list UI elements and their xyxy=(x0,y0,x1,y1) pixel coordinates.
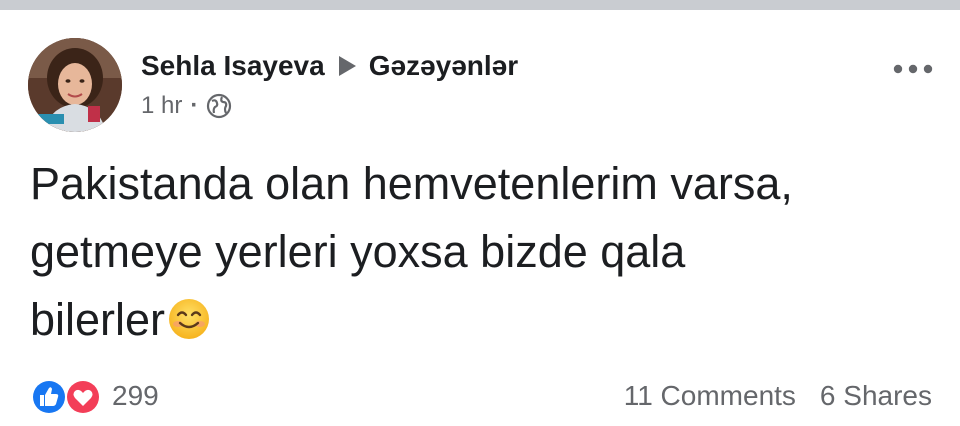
post-body: Pakistanda olan hemvetenlerim varsa, get… xyxy=(30,150,930,360)
comments-count-link[interactable]: 11 Comments xyxy=(624,380,796,412)
reaction-count: 299 xyxy=(112,380,159,411)
post-text-line: Pakistanda olan hemvetenlerim varsa, xyxy=(30,158,793,209)
post-header-title: Sehla Isayeva Gəzəyənlər xyxy=(141,46,518,86)
post-text-line: bilerler xyxy=(30,294,166,345)
globe-icon[interactable] xyxy=(206,93,232,119)
group-name-link[interactable]: Gəzəyənlər xyxy=(369,50,518,82)
more-options-icon[interactable] xyxy=(888,54,938,84)
like-icon xyxy=(30,378,68,423)
reaction-icons xyxy=(30,376,104,416)
post-footer: 299 11 Comments 6 Shares xyxy=(30,374,932,418)
shares-count-link[interactable]: 6 Shares xyxy=(820,380,932,412)
smiling-face-emoji-icon xyxy=(167,292,211,360)
meta-separator: · xyxy=(190,92,199,119)
timestamp-link[interactable]: 1 hr xyxy=(141,92,182,120)
top-divider xyxy=(0,0,960,10)
engagement-counts: 11 Comments 6 Shares xyxy=(624,380,932,412)
love-icon xyxy=(64,378,102,423)
reactions-summary[interactable]: 299 xyxy=(30,376,159,416)
post-meta: 1 hr · xyxy=(141,90,232,122)
avatar-image xyxy=(28,38,122,132)
avatar[interactable] xyxy=(28,38,122,132)
post-text-line: getmeye yerleri yoxsa bizde qala xyxy=(30,226,686,277)
author-name-link[interactable]: Sehla Isayeva xyxy=(141,50,325,82)
play-arrow-icon xyxy=(337,55,357,77)
